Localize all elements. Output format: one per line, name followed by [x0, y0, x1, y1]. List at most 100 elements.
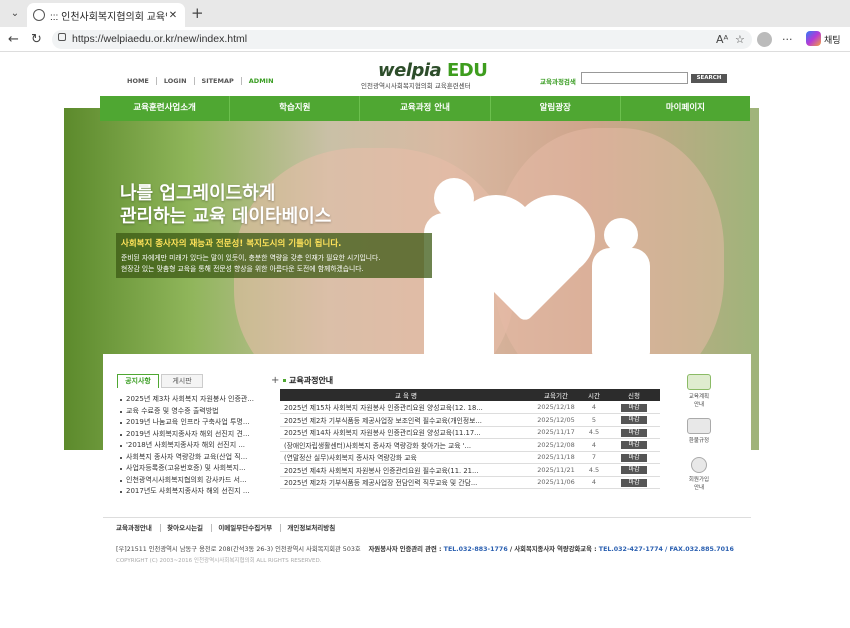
contact-1-label: 자원봉사자 인증관리 관련 :	[368, 546, 444, 553]
site-logo[interactable]: welpia EDU	[378, 60, 488, 81]
status-badge[interactable]: 마감	[621, 403, 647, 412]
address-bar: ← ↻ https://welpiaedu.or.kr/new/index.ht…	[0, 27, 850, 52]
sitemap-link[interactable]: SITEMAP	[193, 77, 241, 85]
gnb-item-mypage[interactable]: 마이페이지	[619, 96, 750, 121]
page-viewport: HOME LOGIN SITEMAP ADMIN welpia EDU 인천광역…	[0, 52, 850, 628]
main-navigation: 교육훈련사업소개 학습지원 교육과정 안내 알림광장 마이페이지	[100, 96, 750, 121]
course-name[interactable]: 2025년 제2차 기부식품등 제공사업장 보조인력 필수교육(개인정보...	[280, 413, 532, 427]
reload-icon[interactable]: ↻	[31, 32, 42, 47]
url-field[interactable]: https://welpiaedu.or.kr/new/index.html	[52, 30, 752, 49]
hero-sub-3: 현장감 있는 맞춤형 교육을 통해 전문성 향상을 위한 아름다운 도전에 함께…	[121, 265, 364, 273]
calendar-icon	[687, 374, 711, 390]
gnb-item-learning-support[interactable]: 학습지원	[229, 96, 359, 121]
col-name: 교 육 명	[280, 389, 532, 401]
back-icon[interactable]: ←	[8, 32, 19, 47]
admin-link[interactable]: ADMIN	[240, 77, 281, 85]
course-date: 2025/12/08	[532, 438, 580, 452]
hero-headline-line2: 관리하는 교육 데이타베이스	[120, 206, 332, 227]
globe-icon	[33, 9, 45, 21]
gnb-item-training-intro[interactable]: 교육훈련사업소개	[100, 96, 229, 121]
list-item[interactable]: 2019년 나눔교육 인프라 구축사업 투명...	[119, 417, 274, 429]
course-name[interactable]: 2025년 제4차 사회복지 자원봉사 인증관리요원 필수교육(11. 21..…	[280, 463, 532, 477]
search-input[interactable]	[581, 72, 688, 84]
table-row[interactable]: 2025년 제15차 사회복지 자원봉사 인증관리요원 양성교육(12. 18.…	[280, 401, 660, 414]
new-tab-icon[interactable]: +	[191, 4, 204, 22]
course-date: 2025/12/05	[532, 413, 580, 427]
footer-link-courses[interactable]: 교육과정안내	[116, 524, 158, 532]
course-name[interactable]: (연말정산 실무)사회복지 종사자 역량강화 교육	[280, 451, 532, 464]
col-hours: 시간	[580, 389, 608, 401]
list-item[interactable]: 2017년도 사회복지종사자 해외 선진지 ...	[119, 486, 274, 498]
tab-bar: ⌄ ::: 인천사회복지협의회 교육인적 ✕ +	[0, 0, 850, 27]
copilot-label[interactable]: 채팅	[824, 33, 841, 46]
list-item[interactable]: 인천광역시사회복지협의회 강사카드 서...	[119, 475, 274, 487]
course-hours: 4.5	[580, 463, 608, 477]
quick-link-refund[interactable]: 환불규정	[680, 418, 718, 444]
footer-link-privacy[interactable]: 개인정보처리방침	[280, 524, 342, 532]
logo-edu: EDU	[446, 60, 488, 81]
close-tab-icon[interactable]: ✕	[167, 10, 179, 21]
tab-board[interactable]: 게시판	[161, 374, 203, 388]
profile-avatar[interactable]	[757, 32, 772, 47]
footer-links: 교육과정안내 찾아오시는길 이메일무단수집거부 개인정보처리방침	[116, 522, 342, 532]
site-info-icon[interactable]	[58, 33, 66, 41]
gnb-item-course-guide[interactable]: 교육과정 안내	[359, 96, 489, 121]
course-hours: 4	[580, 401, 608, 414]
list-item[interactable]: 사업자등록증(고유번호증) 및 사회복지...	[119, 463, 274, 475]
favorite-star-icon[interactable]: ☆	[735, 33, 745, 46]
copilot-icon[interactable]	[806, 31, 821, 46]
list-item[interactable]: 2025년 제3차 사회복지 자원봉사 인증관...	[119, 394, 274, 406]
course-name[interactable]: (장애인자립생활센터)사회복지 종사자 역량강화 찾아가는 교육 '...	[280, 438, 532, 452]
browser-window: ⌄ ::: 인천사회복지협의회 교육인적 ✕ + ← ↻ https://wel…	[0, 0, 850, 628]
hero-sub-1: 사회복지 종사자의 재능과 전문성! 복지도시의 기틀이 됩니다.	[121, 239, 342, 249]
footer-link-directions[interactable]: 찾아오시는길	[160, 524, 210, 532]
status-badge[interactable]: 마감	[621, 416, 647, 425]
hero-headline: 나를 업그레이드하게 관리하는 교육 데이타베이스	[120, 182, 331, 228]
course-table: 교 육 명 교육기간 시간 신청 2025년 제15차 사회복지 자원봉사 인증…	[280, 389, 660, 489]
top-utility-nav: HOME LOGIN SITEMAP ADMIN	[127, 77, 281, 85]
home-link[interactable]: HOME	[127, 77, 156, 85]
course-date: 2025/11/06	[532, 476, 580, 489]
list-item[interactable]: '2018년 사회복지종사자 해외 선진지 ...	[119, 440, 274, 452]
member-icon	[691, 457, 707, 473]
table-header-row: 교 육 명 교육기간 시간 신청	[280, 389, 660, 401]
table-row[interactable]: 2025년 제14차 사회복지 자원봉사 인증관리요원 양성교육(11.17..…	[280, 426, 660, 439]
course-name[interactable]: 2025년 제15차 사회복지 자원봉사 인증관리요원 양성교육(12. 18.…	[280, 401, 532, 414]
list-item[interactable]: 2019년 사회복지종사자 해외 선진지 견...	[119, 429, 274, 441]
more-menu-icon[interactable]: ···	[782, 33, 793, 46]
table-row[interactable]: (연말정산 실무)사회복지 종사자 역량강화 교육 2025/11/18 7 마감	[280, 451, 660, 464]
status-badge[interactable]: 마감	[621, 453, 647, 462]
figure-head-2	[604, 218, 638, 252]
tab-actions-icon[interactable]: ⌄	[6, 4, 24, 22]
course-date: 2025/11/18	[532, 451, 580, 464]
login-link[interactable]: LOGIN	[155, 77, 194, 85]
course-section-title: 교육과정안내	[283, 375, 333, 386]
status-badge[interactable]: 마감	[621, 478, 647, 487]
list-item[interactable]: 사회복지 종사자 역량강화 교육(산업 직...	[119, 452, 274, 464]
read-aloud-icon[interactable]: Aᴬ	[716, 33, 728, 46]
footer-link-email-policy[interactable]: 이메일무단수집거부	[211, 524, 279, 532]
course-name[interactable]: 2025년 제14차 사회복지 자원봉사 인증관리요원 양성교육(11.17..…	[280, 426, 532, 439]
quick-link-plan[interactable]: 교육계획 안내	[680, 374, 718, 408]
tab-title: ::: 인천사회복지협의회 교육인적	[50, 11, 167, 23]
status-badge[interactable]: 마감	[621, 441, 647, 450]
search-button[interactable]: SEARCH	[691, 74, 727, 83]
status-badge[interactable]: 마감	[621, 428, 647, 437]
notice-more-icon[interactable]: +	[271, 375, 279, 386]
status-badge[interactable]: 마감	[621, 466, 647, 475]
list-item[interactable]: 교육 수료증 및 영수증 출력방법	[119, 406, 274, 418]
quick-link-member[interactable]: 회원가입 안내	[680, 457, 718, 491]
search-label: 교육과정검색	[540, 78, 576, 86]
tab-notice[interactable]: 공지사항	[117, 374, 159, 388]
course-name[interactable]: 2025년 제2차 기부식품등 제공사업장 전담인력 직무교육 및 간담...	[280, 476, 532, 489]
table-row[interactable]: 2025년 제4차 사회복지 자원봉사 인증관리요원 필수교육(11. 21..…	[280, 463, 660, 477]
active-tab[interactable]: ::: 인천사회복지협의회 교육인적 ✕	[27, 3, 185, 27]
table-row[interactable]: 2025년 제2차 기부식품등 제공사업장 전담인력 직무교육 및 간담... 2…	[280, 476, 660, 489]
course-hours: 4	[580, 476, 608, 489]
hero-sub-2: 준비된 자에게만 미래가 있다는 말이 있듯이, 충분한 역량을 갖춘 인재가 …	[121, 254, 381, 262]
table-row[interactable]: 2025년 제2차 기부식품등 제공사업장 보조인력 필수교육(개인정보... 2…	[280, 413, 660, 427]
course-hours: 4	[580, 438, 608, 452]
gnb-item-notice-square[interactable]: 알림광장	[489, 96, 620, 121]
table-row[interactable]: (장애인자립생활센터)사회복지 종사자 역량강화 찾아가는 교육 '... 202…	[280, 438, 660, 452]
refund-icon	[687, 418, 711, 434]
